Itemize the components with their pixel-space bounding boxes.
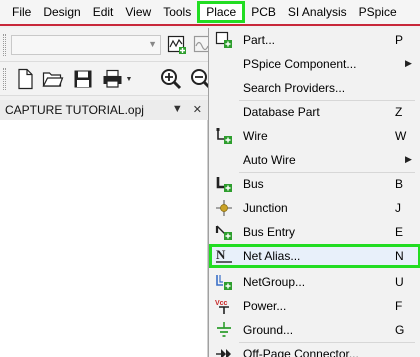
save-button[interactable] xyxy=(72,68,94,90)
menu-edit[interactable]: Edit xyxy=(87,1,120,23)
ground-icon xyxy=(215,321,233,339)
menu-item-net-alias[interactable]: N Net Alias... N xyxy=(209,244,420,268)
svg-text:Vcc: Vcc xyxy=(215,300,228,307)
menu-item-shortcut: Z xyxy=(395,105,403,119)
zoom-in-button[interactable] xyxy=(160,68,182,90)
close-icon[interactable]: ✕ xyxy=(193,103,202,116)
menu-item-auto-wire[interactable]: Auto Wire ▶ xyxy=(209,148,420,172)
power-icon: Vcc xyxy=(215,297,233,315)
add-part-button[interactable] xyxy=(166,34,188,56)
menu-item-shortcut: N xyxy=(395,249,404,263)
toolbar-top: ▼ xyxy=(0,28,215,62)
add-part-icon xyxy=(167,35,186,54)
menu-item-part[interactable]: Part... P xyxy=(209,28,420,52)
menu-item-off-page-connector[interactable]: Off-Page Connector... xyxy=(209,342,420,357)
menu-tools[interactable]: Tools xyxy=(157,1,197,23)
menu-bar: File Design Edit View Tools Place PCB SI… xyxy=(0,0,420,26)
menu-item-shortcut: P xyxy=(395,33,404,47)
menu-item-label: Bus xyxy=(243,177,264,191)
menu-item-shortcut: F xyxy=(395,299,403,313)
new-file-button[interactable] xyxy=(14,68,36,90)
menu-item-label: Power... xyxy=(243,299,287,313)
menu-item-shortcut: U xyxy=(395,275,404,289)
menu-item-label: Auto Wire xyxy=(243,153,296,167)
menu-item-pspice-component[interactable]: PSpice Component... ▶ xyxy=(209,52,420,76)
menu-pcb[interactable]: PCB xyxy=(245,1,282,23)
toolbar-file: ▼ xyxy=(0,62,215,96)
menu-item-shortcut: E xyxy=(395,225,404,239)
menu-item-shortcut: J xyxy=(395,201,401,215)
print-icon xyxy=(103,69,122,88)
bus-icon xyxy=(215,175,233,193)
project-pane-title: CAPTURE TUTORIAL.opj xyxy=(5,103,144,117)
new-file-icon xyxy=(18,68,33,90)
save-icon xyxy=(74,70,92,88)
toolbar-grip[interactable] xyxy=(3,68,6,90)
menu-pspice[interactable]: PSpice xyxy=(353,1,403,23)
menu-item-label: PSpice Component... xyxy=(243,57,357,71)
zoom-in-icon xyxy=(161,69,182,90)
menu-item-label: NetGroup... xyxy=(243,275,306,289)
svg-text:N: N xyxy=(216,247,226,262)
project-pane-header: CAPTURE TUTORIAL.opj ▼ ✕ xyxy=(0,100,208,120)
menu-item-junction[interactable]: Junction J xyxy=(209,196,420,220)
off-page-connector-icon xyxy=(215,345,233,357)
menu-place[interactable]: Place xyxy=(197,1,246,23)
menu-item-label: Part... xyxy=(243,33,276,47)
menu-item-label: Bus Entry xyxy=(243,225,296,239)
pin-dropdown-icon[interactable]: ▼ xyxy=(172,103,183,116)
netgroup-icon xyxy=(215,273,233,291)
chevron-down-icon[interactable]: ▼ xyxy=(148,39,157,49)
menu-item-label: Off-Page Connector... xyxy=(243,347,359,357)
menu-design[interactable]: Design xyxy=(37,1,86,23)
bus-entry-icon xyxy=(215,223,233,241)
menu-item-label: Net Alias... xyxy=(243,249,301,263)
open-folder-button[interactable] xyxy=(42,68,64,90)
menu-item-shortcut: W xyxy=(395,129,407,143)
menu-item-database-part[interactable]: Database Part Z xyxy=(209,100,420,124)
print-button[interactable] xyxy=(102,68,124,90)
place-menu-dropdown: Part... P PSpice Component... ▶ Search P… xyxy=(208,28,420,357)
menu-item-shortcut: B xyxy=(395,177,404,191)
menu-item-bus-entry[interactable]: Bus Entry E xyxy=(209,220,420,244)
part-combo-box[interactable]: ▼ xyxy=(11,35,161,55)
project-pane-body[interactable] xyxy=(0,120,208,357)
menu-item-label: Search Providers... xyxy=(243,81,346,95)
submenu-arrow-icon: ▶ xyxy=(405,154,412,164)
menu-si-analysis[interactable]: SI Analysis xyxy=(282,1,353,23)
chevron-down-icon: ▼ xyxy=(125,75,133,83)
open-folder-icon xyxy=(42,72,64,87)
print-options-dropdown[interactable]: ▼ xyxy=(124,68,134,90)
menu-item-label: Ground... xyxy=(243,323,294,337)
menu-item-netgroup[interactable]: NetGroup... U xyxy=(209,270,420,294)
menu-item-search-providers[interactable]: Search Providers... xyxy=(209,76,420,100)
menu-item-ground[interactable]: Ground... G xyxy=(209,318,420,342)
menu-item-label: Junction xyxy=(243,201,288,215)
menu-view[interactable]: View xyxy=(119,1,157,23)
wire-icon xyxy=(215,127,233,145)
menu-item-wire[interactable]: Wire W xyxy=(209,124,420,148)
menu-item-bus[interactable]: Bus B xyxy=(209,172,420,196)
menu-item-shortcut: G xyxy=(395,323,405,337)
net-alias-icon: N xyxy=(215,247,233,265)
submenu-arrow-icon: ▶ xyxy=(405,58,412,68)
part-icon xyxy=(215,31,233,49)
menu-item-label: Database Part xyxy=(243,105,320,119)
toolbar-grip[interactable] xyxy=(3,34,6,56)
menu-item-power[interactable]: Vcc Power... F xyxy=(209,294,420,318)
menu-file[interactable]: File xyxy=(6,1,37,23)
menu-item-label: Wire xyxy=(243,129,268,143)
junction-icon xyxy=(215,199,233,217)
